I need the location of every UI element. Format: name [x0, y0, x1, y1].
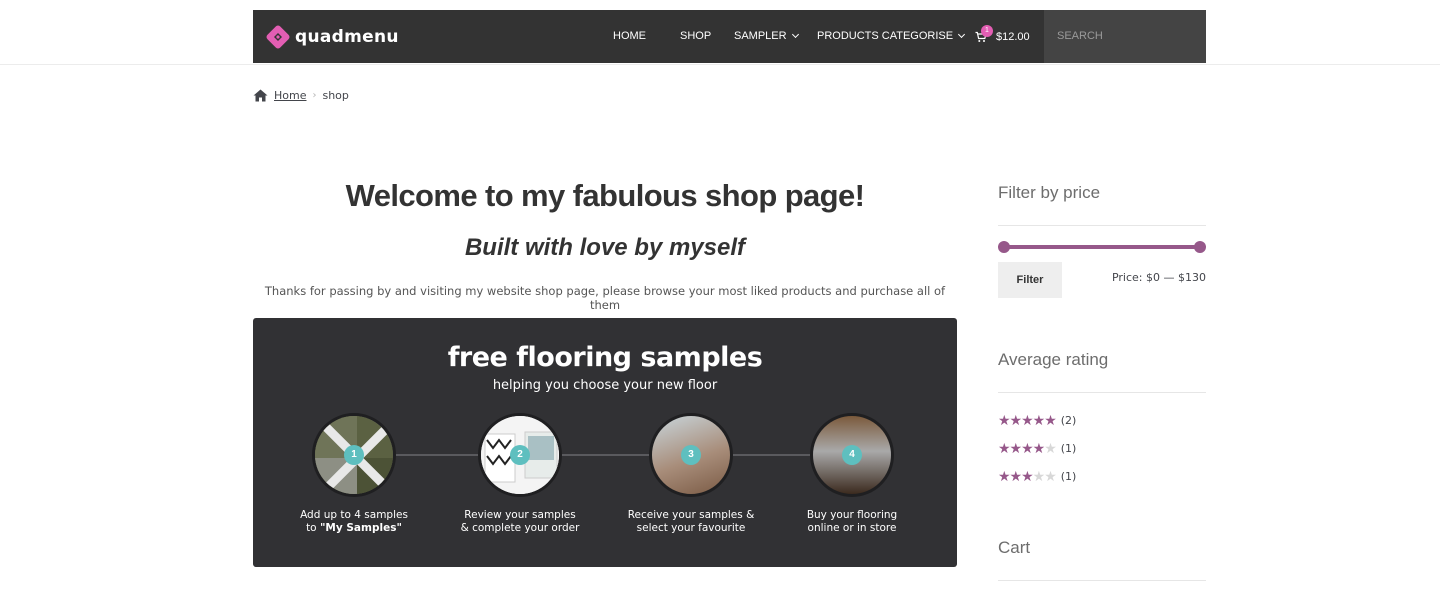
- cart-widget-title: Cart: [998, 538, 1031, 557]
- step-1-line2: to "My Samples": [279, 522, 429, 535]
- step-4-line1: Buy your flooring: [806, 509, 898, 521]
- step-1-line2-bold: "My Samples": [319, 522, 402, 534]
- star-rating-3-icon: ★★★★★: [998, 468, 1057, 484]
- rating-count: (1): [1060, 469, 1077, 483]
- rating-filter-4[interactable]: ★★★★★ (1): [998, 440, 1076, 456]
- step-1-line2-pre: to: [306, 522, 320, 534]
- step-3-line1: Receive your samples &: [627, 509, 755, 521]
- logo-text: quadmenu: [295, 27, 399, 47]
- navbar: quadmenu HOME SHOP SAMPLER PRODUCTS CATE…: [253, 10, 1206, 63]
- cart-total: $12.00: [996, 30, 1030, 43]
- step-2-line1: Review your samples: [464, 509, 576, 521]
- step-1-caption: Add up to 4 samples to "My Samples": [279, 509, 429, 535]
- logo[interactable]: quadmenu: [265, 24, 399, 50]
- widget-divider: [998, 580, 1206, 581]
- step-4-badge: 4: [842, 445, 862, 465]
- banner-title: free flooring samples: [447, 342, 763, 373]
- nav-sampler[interactable]: SAMPLER: [734, 10, 799, 63]
- breadcrumb-current: shop: [322, 88, 349, 102]
- price-slider-max-handle[interactable]: [1194, 241, 1206, 253]
- price-slider-min-handle[interactable]: [998, 241, 1010, 253]
- price-range-label: Price: $0 — $130: [1111, 271, 1206, 284]
- breadcrumb-home-link[interactable]: Home: [274, 89, 306, 102]
- rating-count: (1): [1060, 441, 1077, 455]
- steps-connector: [357, 454, 853, 456]
- step-2-line2: & complete your order: [460, 522, 580, 534]
- star-rating-4-icon: ★★★★★: [998, 440, 1057, 456]
- home-icon: [253, 89, 268, 101]
- step-3-badge: 3: [681, 445, 701, 465]
- page-title: Welcome to my fabulous shop page!: [345, 178, 865, 213]
- filter-button[interactable]: Filter: [998, 262, 1062, 298]
- step-4-caption: Buy your flooring online or in store: [777, 509, 927, 535]
- chevron-down-icon: [791, 30, 799, 39]
- step-3-caption: Receive your samples & select your favou…: [616, 509, 766, 535]
- nav-products-categorise[interactable]: PRODUCTS CATEGORISE: [817, 10, 966, 63]
- rating-filter-5[interactable]: ★★★★★ (2): [998, 412, 1076, 428]
- rating-filter-3[interactable]: ★★★★★ (1): [998, 468, 1076, 484]
- nav-home[interactable]: HOME: [613, 10, 646, 63]
- nav-products-label: PRODUCTS CATEGORISE: [817, 30, 954, 42]
- filter-by-price-title: Filter by price: [998, 183, 1101, 202]
- widget-divider: [998, 392, 1206, 393]
- price-slider-track[interactable]: [1002, 245, 1200, 249]
- cart-count-badge: 1: [981, 25, 993, 37]
- star-rating-5-icon: ★★★★★: [998, 412, 1057, 428]
- search-input[interactable]: [1044, 10, 1206, 63]
- chevron-down-icon: [958, 30, 966, 39]
- step-1-badge: 1: [344, 445, 364, 465]
- breadcrumb: Home › shop: [253, 86, 349, 104]
- breadcrumb-separator-icon: ›: [312, 89, 317, 101]
- step-2-badge: 2: [510, 445, 530, 465]
- step-1-line1: Add up to 4 samples: [300, 509, 408, 521]
- samples-banner[interactable]: free flooring samples helping you choose…: [253, 318, 957, 567]
- step-3-line2: select your favourite: [636, 522, 746, 534]
- nav-sampler-label: SAMPLER: [734, 30, 787, 42]
- page-intro: Thanks for passing by and visiting my we…: [264, 284, 946, 312]
- rating-count: (2): [1060, 413, 1077, 427]
- widget-divider: [998, 225, 1206, 226]
- header-cart[interactable]: 1 $12.00: [975, 10, 1030, 63]
- step-4-line2: online or in store: [807, 522, 897, 534]
- nav-shop[interactable]: SHOP: [680, 10, 711, 63]
- average-rating-title: Average rating: [998, 350, 1109, 369]
- step-2-caption: Review your samples & complete your orde…: [445, 509, 595, 535]
- logo-diamond-icon: [265, 24, 291, 50]
- header-divider: [0, 64, 1440, 65]
- page-subtitle: Built with love by myself: [464, 234, 746, 261]
- banner-subtitle: helping you choose your new floor: [492, 378, 718, 393]
